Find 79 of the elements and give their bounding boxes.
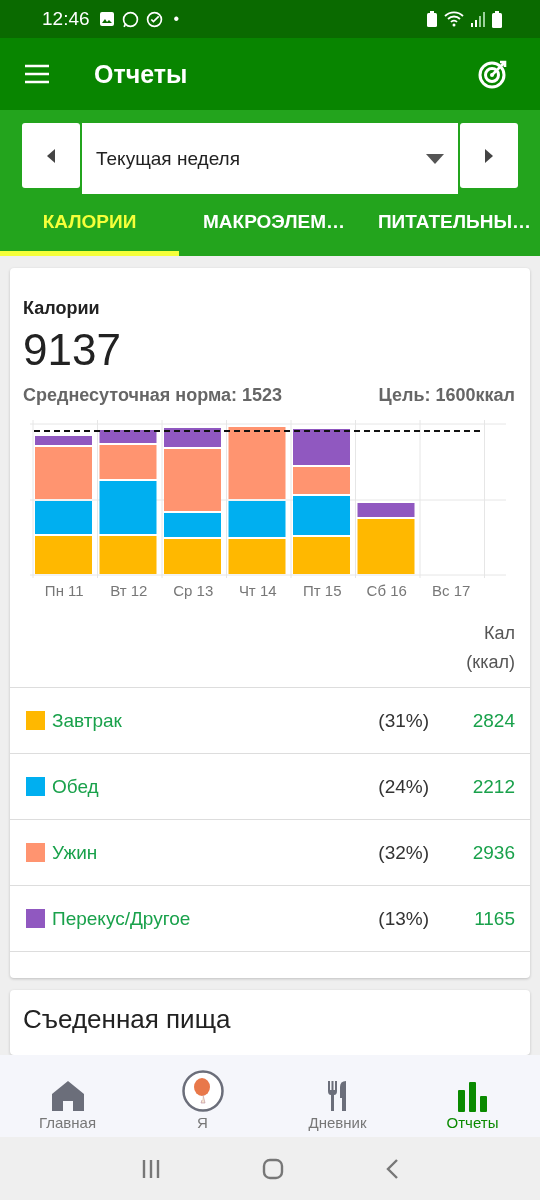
meal-calories: 1165 bbox=[473, 907, 515, 930]
bar-segment bbox=[99, 481, 157, 534]
meal-calories: 2212 bbox=[471, 775, 515, 798]
menu-icon[interactable] bbox=[24, 64, 50, 84]
nav-tab[interactable]: Дневник bbox=[270, 1061, 405, 1131]
caret-icon bbox=[426, 153, 444, 164]
meal-row[interactable]: Обед (24%) 2212 bbox=[10, 753, 530, 819]
day-label: Чт 14 bbox=[237, 582, 278, 599]
avatar-icon bbox=[181, 1070, 224, 1112]
bar-segment bbox=[35, 436, 92, 445]
right-arrow-icon bbox=[484, 147, 494, 164]
meal-name: Перекус/Другое bbox=[52, 907, 192, 930]
meal-percent: (31%) bbox=[377, 709, 429, 732]
nav-tab[interactable]: Отчеты bbox=[405, 1061, 540, 1131]
bar-segment bbox=[99, 536, 157, 574]
day-label: Сб 16 bbox=[365, 582, 408, 599]
bar-segment bbox=[293, 429, 350, 465]
recent-apps-icon[interactable] bbox=[140, 1158, 161, 1179]
tab[interactable]: МАКРОЭЛЕМ… bbox=[179, 192, 369, 256]
bar-segment bbox=[228, 427, 286, 499]
chat-icon bbox=[121, 10, 139, 28]
calorie-total: 9137 bbox=[23, 325, 122, 375]
daily-average: Среднесуточная норма: 1523 bbox=[23, 385, 283, 406]
period-dropdown[interactable]: Текущая неделя bbox=[82, 123, 458, 194]
bar-segment bbox=[293, 496, 350, 535]
meal-name: Обед bbox=[52, 775, 100, 798]
battery-icon bbox=[492, 10, 502, 28]
home-icon bbox=[50, 1080, 85, 1112]
check-circle-icon bbox=[145, 10, 163, 28]
bar-segment bbox=[164, 449, 221, 511]
bar-segment bbox=[228, 501, 286, 537]
meal-name: Ужин bbox=[52, 841, 99, 864]
meal-percent: (32%) bbox=[377, 841, 429, 864]
gallery-icon bbox=[98, 11, 115, 27]
home-button-icon[interactable] bbox=[262, 1157, 284, 1180]
meal-row[interactable]: Ужин (32%) 2936 bbox=[10, 819, 530, 885]
meal-name: Завтрак bbox=[52, 709, 123, 732]
day-label: Пт 15 bbox=[302, 582, 343, 599]
bar-segment bbox=[164, 513, 221, 537]
bar-segment bbox=[293, 537, 350, 574]
bar-segment bbox=[35, 501, 92, 534]
bar-segment bbox=[357, 519, 415, 574]
battery-saver-icon bbox=[427, 11, 437, 27]
bar-segment bbox=[228, 539, 286, 574]
nav-tab[interactable]: Главная bbox=[0, 1061, 135, 1131]
column-header: Кал (ккал) bbox=[465, 622, 515, 674]
tab[interactable]: ПИТАТЕЛЬНЫ… bbox=[369, 192, 540, 256]
day-label: Ср 13 bbox=[172, 582, 215, 599]
day-label: Вт 12 bbox=[109, 582, 149, 599]
card-title: Съеденная пища bbox=[23, 1004, 231, 1034]
back-icon[interactable] bbox=[385, 1157, 400, 1180]
notification-dot: • bbox=[173, 10, 180, 28]
meal-calories: 2936 bbox=[471, 841, 515, 864]
bar-segment bbox=[35, 447, 92, 499]
card-title: Калории bbox=[23, 298, 101, 319]
bar-segment bbox=[99, 430, 157, 443]
meal-row[interactable]: Завтрак (31%) 2824 bbox=[10, 687, 530, 753]
day-label: Вс 17 bbox=[431, 582, 472, 599]
screen-title: Отчеты bbox=[94, 59, 188, 89]
bar-segment bbox=[357, 503, 415, 517]
bar-chart-icon bbox=[457, 1082, 488, 1112]
bar-segment bbox=[164, 428, 221, 447]
bar-segment bbox=[99, 445, 157, 479]
signal-icon bbox=[471, 11, 485, 27]
tab[interactable]: КАЛОРИИ bbox=[0, 192, 179, 256]
bar-segment bbox=[164, 539, 221, 574]
bar-segment bbox=[35, 536, 92, 574]
meal-row[interactable]: Перекус/Другое (13%) 1165 bbox=[10, 885, 530, 951]
meal-percent: (13%) bbox=[377, 907, 429, 930]
target-icon[interactable] bbox=[478, 59, 508, 89]
meal-percent: (24%) bbox=[377, 775, 429, 798]
meal-calories: 2824 bbox=[471, 709, 515, 732]
nav-tab[interactable]: Я bbox=[135, 1061, 270, 1131]
left-arrow-icon bbox=[46, 147, 56, 164]
status-time: 12:46 bbox=[42, 8, 90, 30]
wifi-icon bbox=[444, 11, 464, 27]
calorie-goal: Цель: 1600ккал bbox=[378, 385, 515, 406]
bar-segment bbox=[293, 467, 350, 494]
day-label: Пн 11 bbox=[43, 582, 85, 599]
